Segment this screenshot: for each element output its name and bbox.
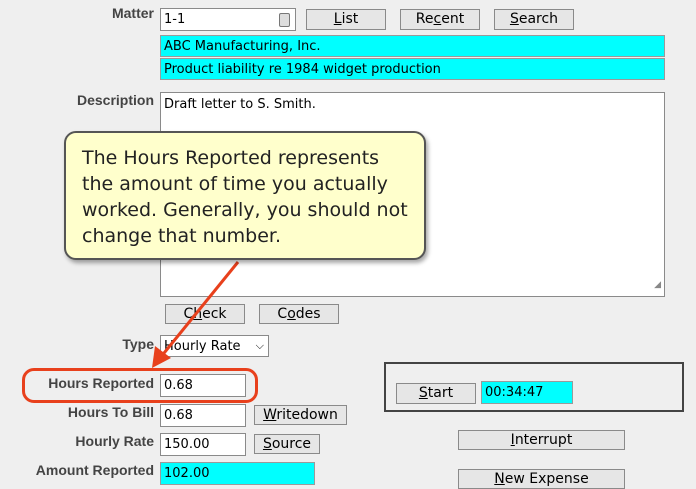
help-callout: The Hours Reported represents the amount… <box>64 131 426 260</box>
